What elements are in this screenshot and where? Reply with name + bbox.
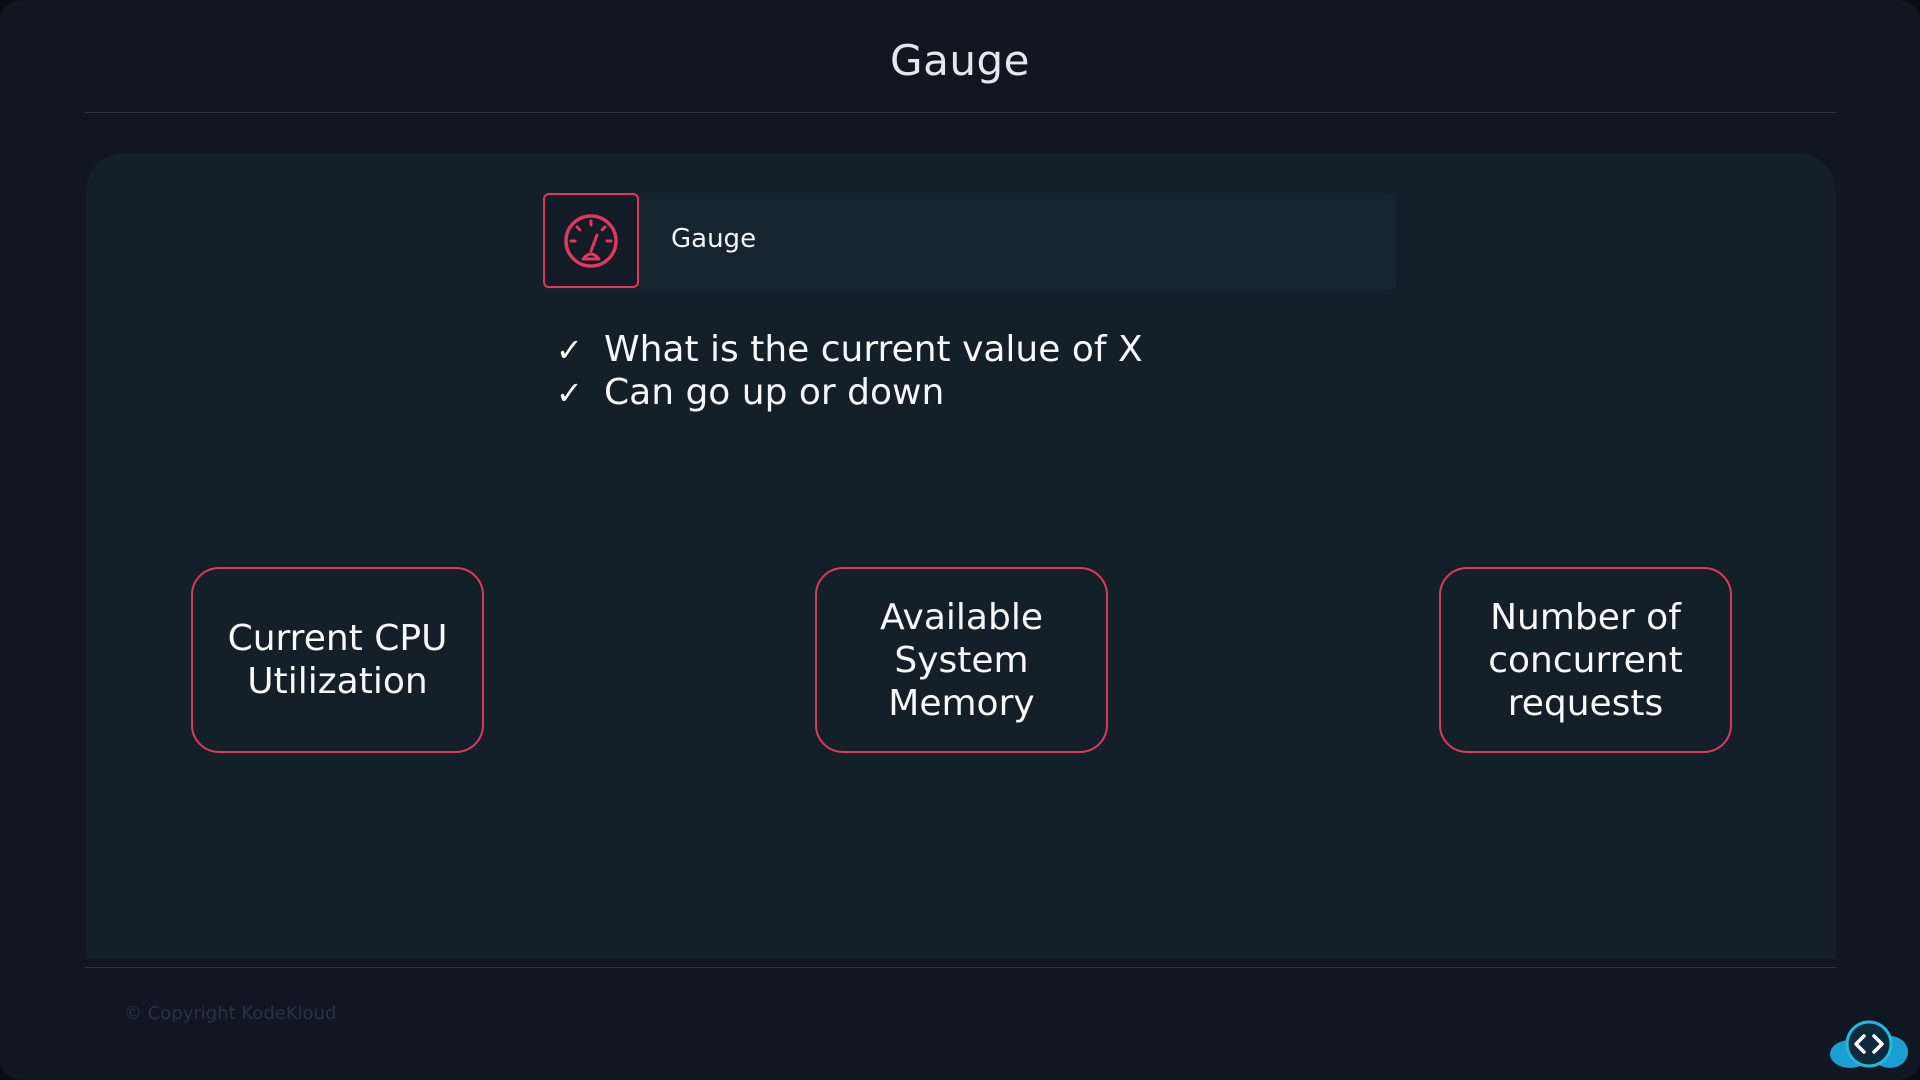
example-card-requests: Number of concurrent requests (1439, 567, 1732, 753)
slide: Gauge Gauge ✓ What is the current value … (0, 0, 1920, 1080)
kodekloud-logo-icon (1830, 1020, 1908, 1068)
example-card-memory: Available System Memory (815, 567, 1108, 753)
bullet-item: ✓ Can go up or down (556, 371, 1143, 414)
copyright-text: © Copyright KodeKloud (124, 1003, 337, 1024)
example-card-cpu: Current CPU Utilization (191, 567, 484, 753)
bullet-list: ✓ What is the current value of X ✓ Can g… (556, 328, 1143, 414)
title-divider (85, 112, 1837, 113)
footer-divider (85, 967, 1837, 968)
check-icon: ✓ (556, 330, 583, 369)
example-card-label: Current CPU Utilization (227, 618, 448, 702)
check-icon: ✓ (556, 373, 583, 412)
example-card-label: Number of concurrent requests (1488, 596, 1683, 724)
slide-title: Gauge (890, 36, 1030, 85)
gauge-header-label: Gauge (671, 224, 757, 254)
gauge-icon (564, 213, 618, 268)
bullet-item: ✓ What is the current value of X (556, 328, 1143, 371)
gauge-icon-box (543, 193, 639, 288)
bullet-text: Can go up or down (604, 372, 945, 413)
example-card-label: Available System Memory (880, 596, 1043, 724)
bullet-text: What is the current value of X (604, 329, 1143, 370)
